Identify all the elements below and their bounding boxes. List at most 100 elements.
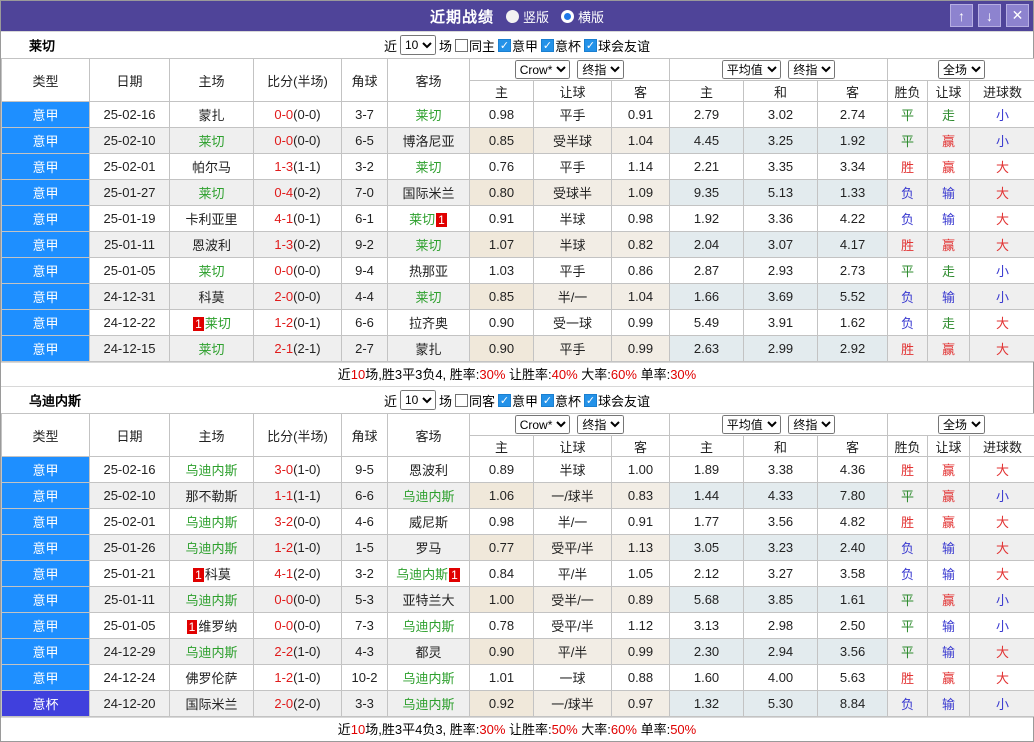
result-text: 大 <box>996 160 1009 175</box>
same-venue-checkbox[interactable]: 同主 <box>455 36 495 55</box>
fulltime-score: 1-2 <box>274 670 293 685</box>
result-text: 大 <box>996 463 1009 478</box>
corner-cell: 4-6 <box>342 509 388 535</box>
result-text: 负 <box>901 541 914 556</box>
match-count-select[interactable]: 10 <box>400 390 436 410</box>
coppa-italia-label: 意杯 <box>555 36 581 55</box>
home-team-cell: 帕尔马 <box>170 154 254 180</box>
team-name: 恩波利 <box>409 463 448 478</box>
fulltime-select[interactable]: 全场 <box>938 415 985 434</box>
goals-result-cell: 大 <box>970 639 1034 665</box>
team-name: 莱切 <box>415 290 441 305</box>
ranking-badge: 1 <box>187 620 198 634</box>
checkbox-icon <box>455 39 468 52</box>
league-cell: 意甲 <box>2 639 90 665</box>
avg-draw-cell: 3.07 <box>744 232 818 258</box>
odds-final-select[interactable]: 终指 <box>577 60 624 79</box>
odds-away-cell: 0.99 <box>612 639 670 665</box>
odds-final-select[interactable]: 终指 <box>577 415 624 434</box>
club-friendly-checkbox[interactable]: 球会友谊 <box>584 391 650 410</box>
summary-part: 场,胜3平3负4, 胜率: <box>365 367 479 382</box>
team-name: 乌迪内斯 <box>402 671 454 686</box>
avg-home-cell: 2.04 <box>670 232 744 258</box>
odds-source-select[interactable]: Crow* <box>515 415 570 434</box>
date-cell: 25-01-11 <box>90 232 170 258</box>
away-team-cell: 热那亚 <box>388 258 470 284</box>
recent-results-window: 近期战绩 竖版 横版 ↑ ↓ ✕ 莱切 <box>0 0 1034 742</box>
odds-source-select[interactable]: Crow* <box>515 60 570 79</box>
team-name: 乌迪内斯 <box>185 645 237 660</box>
odds-home-cell: 0.85 <box>470 128 534 154</box>
avg-draw-cell: 4.00 <box>744 665 818 691</box>
result-text: 平 <box>901 108 914 123</box>
ranking-badge: 1 <box>436 213 447 227</box>
move-up-button[interactable]: ↑ <box>950 4 973 27</box>
fulltime-score: 3-2 <box>274 514 293 529</box>
team-name: 蒙扎 <box>415 342 441 357</box>
league-cell: 意甲 <box>2 232 90 258</box>
summary-part: 近 <box>338 722 351 737</box>
match-row: 意甲24-12-24佛罗伦萨1-2(1-0)10-2乌迪内斯1.01一球0.88… <box>2 665 1034 691</box>
avg-away-cell: 8.84 <box>818 691 888 717</box>
serie-a-checkbox[interactable]: 意甲 <box>498 391 538 410</box>
handicap-line-cell: 半球 <box>534 206 612 232</box>
same-venue-checkbox[interactable]: 同客 <box>455 391 495 410</box>
handicap-line-cell: 半/一 <box>534 284 612 310</box>
move-down-button[interactable]: ↓ <box>978 4 1001 27</box>
league-cell: 意甲 <box>2 284 90 310</box>
away-team-cell: 都灵 <box>388 639 470 665</box>
goals-result-cell: 小 <box>970 587 1034 613</box>
fulltime-select[interactable]: 全场 <box>938 60 985 79</box>
fulltime-score: 0-0 <box>274 618 293 633</box>
serie-a-checkbox[interactable]: 意甲 <box>498 36 538 55</box>
team-name: 那不勒斯 <box>185 489 237 504</box>
average-select[interactable]: 平均值 <box>722 415 781 434</box>
layout-vertical-radio[interactable]: 竖版 <box>506 7 549 26</box>
match-row: 意甲25-01-05莱切0-0(0-0)9-4热那亚1.03平手0.862.87… <box>2 258 1034 284</box>
sub-header-avg-draw: 和 <box>744 436 818 457</box>
avg-home-cell: 1.92 <box>670 206 744 232</box>
sub-header-home-odds: 主 <box>470 436 534 457</box>
average-final-select[interactable]: 终指 <box>788 60 835 79</box>
summary-part: 30% <box>670 367 696 382</box>
result-text: 负 <box>901 316 914 331</box>
result-cell: 负 <box>888 284 928 310</box>
result-text: 大 <box>996 515 1009 530</box>
titlebar-center: 近期战绩 竖版 横版 <box>1 6 1033 27</box>
score-cell: 1-2(0-1) <box>254 310 342 336</box>
close-button[interactable]: ✕ <box>1006 4 1029 27</box>
league-cell: 意甲 <box>2 180 90 206</box>
coppa-italia-checkbox[interactable]: 意杯 <box>541 391 581 410</box>
odds-home-cell: 0.92 <box>470 691 534 717</box>
layout-horizontal-radio[interactable]: 横版 <box>561 7 604 26</box>
fulltime-score: 1-1 <box>274 488 293 503</box>
odds-home-cell: 0.98 <box>470 509 534 535</box>
odds-home-cell: 1.00 <box>470 587 534 613</box>
coppa-italia-checkbox[interactable]: 意杯 <box>541 36 581 55</box>
handicap-result-cell: 赢 <box>928 128 970 154</box>
average-final-select[interactable]: 终指 <box>788 415 835 434</box>
date-cell: 24-12-29 <box>90 639 170 665</box>
score-cell: 4-1(0-1) <box>254 206 342 232</box>
result-text: 胜 <box>901 671 914 686</box>
average-select[interactable]: 平均值 <box>722 60 781 79</box>
handicap-result-cell: 赢 <box>928 587 970 613</box>
team-name: 莱切 <box>205 316 231 331</box>
summary-part: 让胜率: <box>505 722 551 737</box>
result-text: 小 <box>996 697 1009 712</box>
result-text: 赢 <box>942 593 955 608</box>
match-count-select[interactable]: 10 <box>400 35 436 55</box>
odds-away-cell: 0.97 <box>612 691 670 717</box>
team-name: 蒙扎 <box>198 108 224 123</box>
score-cell: 0-0(0-0) <box>254 128 342 154</box>
avg-draw-cell: 4.33 <box>744 483 818 509</box>
results-table: 类型 日期 主场 比分(半场) 角球 客场 Crow* 终指 平均值 终指 <box>1 58 1034 362</box>
result-cell: 胜 <box>888 457 928 483</box>
odds-home-cell: 0.84 <box>470 561 534 587</box>
avg-home-cell: 3.13 <box>670 613 744 639</box>
club-friendly-checkbox[interactable]: 球会友谊 <box>584 36 650 55</box>
avg-away-cell: 5.63 <box>818 665 888 691</box>
team-name: 科莫 <box>198 290 224 305</box>
summary-part: 50% <box>552 722 578 737</box>
result-cell: 平 <box>888 483 928 509</box>
